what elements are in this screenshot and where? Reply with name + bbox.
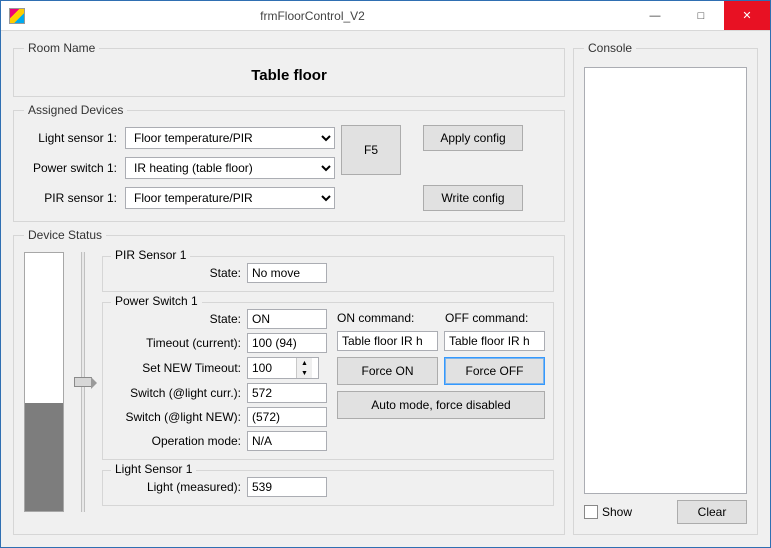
f5-button[interactable]: F5 — [341, 125, 401, 175]
on-command-value[interactable]: Table floor IR h — [337, 331, 438, 351]
ps-timeout-curr-value: 100 (94) — [247, 333, 327, 353]
power-switch-group: Power Switch 1 State: ON Timeout (curren… — [102, 302, 554, 460]
client-area: Room Name Table floor Assigned Devices L… — [1, 31, 770, 547]
threshold-slider-thumb[interactable] — [74, 377, 92, 387]
light-measured-label: Light (measured): — [111, 480, 241, 494]
clear-button[interactable]: Clear — [677, 500, 747, 524]
ps-switch-light-curr-label: Switch (@light curr.): — [111, 386, 241, 400]
assigned-devices-legend: Assigned Devices — [24, 103, 127, 117]
ps-op-mode-label: Operation mode: — [111, 434, 241, 448]
light-sensor-label: Light sensor 1: — [24, 131, 119, 145]
device-status-legend: Device Status — [24, 228, 106, 242]
ps-timeout-curr-label: Timeout (current): — [111, 336, 241, 350]
room-name-group: Room Name Table floor — [13, 41, 565, 97]
maximize-button[interactable]: □ — [678, 1, 724, 30]
pir-state-label: State: — [111, 266, 241, 280]
pir-sensor-title: PIR Sensor 1 — [111, 248, 190, 262]
ps-set-new-timeout-input[interactable]: ▲ ▼ — [247, 357, 319, 379]
spin-down-icon[interactable]: ▼ — [297, 368, 312, 378]
window-buttons: — □ ✕ — [632, 1, 770, 30]
ps-switch-light-new-label: Switch (@light NEW): — [111, 410, 241, 424]
ps-set-new-timeout-label: Set NEW Timeout: — [111, 361, 241, 375]
power-switch-select[interactable]: IR heating (table floor) — [125, 157, 335, 179]
force-on-button[interactable]: Force ON — [337, 357, 438, 385]
ps-state-label: State: — [111, 312, 241, 326]
spin-up-icon[interactable]: ▲ — [297, 358, 312, 368]
light-sensor-select[interactable]: Floor temperature/PIR — [125, 127, 335, 149]
light-level-gauge — [24, 252, 64, 512]
apply-config-button[interactable]: Apply config — [423, 125, 523, 151]
close-button[interactable]: ✕ — [724, 1, 770, 30]
assigned-devices-group: Assigned Devices Light sensor 1: Floor t… — [13, 103, 565, 222]
console-legend: Console — [584, 41, 636, 55]
off-command-label: OFF command: — [445, 311, 545, 325]
power-switch-label: Power switch 1: — [24, 161, 119, 175]
app-window: frmFloorControl_V2 — □ ✕ Room Name Table… — [0, 0, 771, 548]
ps-op-mode-value: N/A — [247, 431, 327, 451]
app-icon — [9, 8, 25, 24]
ps-switch-light-new-value: (572) — [247, 407, 327, 427]
light-measured-value: 539 — [247, 477, 327, 497]
device-status-group: Device Status PIR Sensor 1 State: — [13, 228, 565, 535]
console-group: Console Show Clear — [573, 41, 758, 535]
light-sensor-group: Light Sensor 1 Light (measured): 539 — [102, 470, 554, 506]
pir-sensor-select[interactable]: Floor temperature/PIR — [125, 187, 335, 209]
light-sensor-title: Light Sensor 1 — [111, 462, 196, 476]
room-name-value: Table floor — [24, 63, 554, 86]
show-checkbox-label[interactable]: Show — [584, 505, 632, 520]
window-title: frmFloorControl_V2 — [33, 9, 632, 23]
off-command-value[interactable]: Table floor IR h — [444, 331, 545, 351]
auto-mode-button[interactable]: Auto mode, force disabled — [337, 391, 545, 419]
show-label-text: Show — [602, 505, 632, 519]
force-off-button[interactable]: Force OFF — [444, 357, 545, 385]
on-command-label: ON command: — [337, 311, 437, 325]
pir-state-value: No move — [247, 263, 327, 283]
threshold-slider[interactable] — [72, 252, 94, 512]
ps-state-value: ON — [247, 309, 327, 329]
power-switch-title: Power Switch 1 — [111, 294, 202, 308]
titlebar: frmFloorControl_V2 — □ ✕ — [1, 1, 770, 31]
ps-set-new-timeout-field[interactable] — [248, 358, 296, 378]
left-column: Room Name Table floor Assigned Devices L… — [13, 41, 565, 535]
show-checkbox[interactable] — [584, 505, 598, 519]
pir-sensor-group: PIR Sensor 1 State: No move — [102, 256, 554, 292]
write-config-button[interactable]: Write config — [423, 185, 523, 211]
minimize-button[interactable]: — — [632, 1, 678, 30]
room-name-legend: Room Name — [24, 41, 99, 55]
light-level-gauge-fill — [25, 403, 63, 511]
pir-sensor-label: PIR sensor 1: — [24, 191, 119, 205]
ps-switch-light-curr-value: 572 — [247, 383, 327, 403]
console-output[interactable] — [584, 67, 747, 494]
